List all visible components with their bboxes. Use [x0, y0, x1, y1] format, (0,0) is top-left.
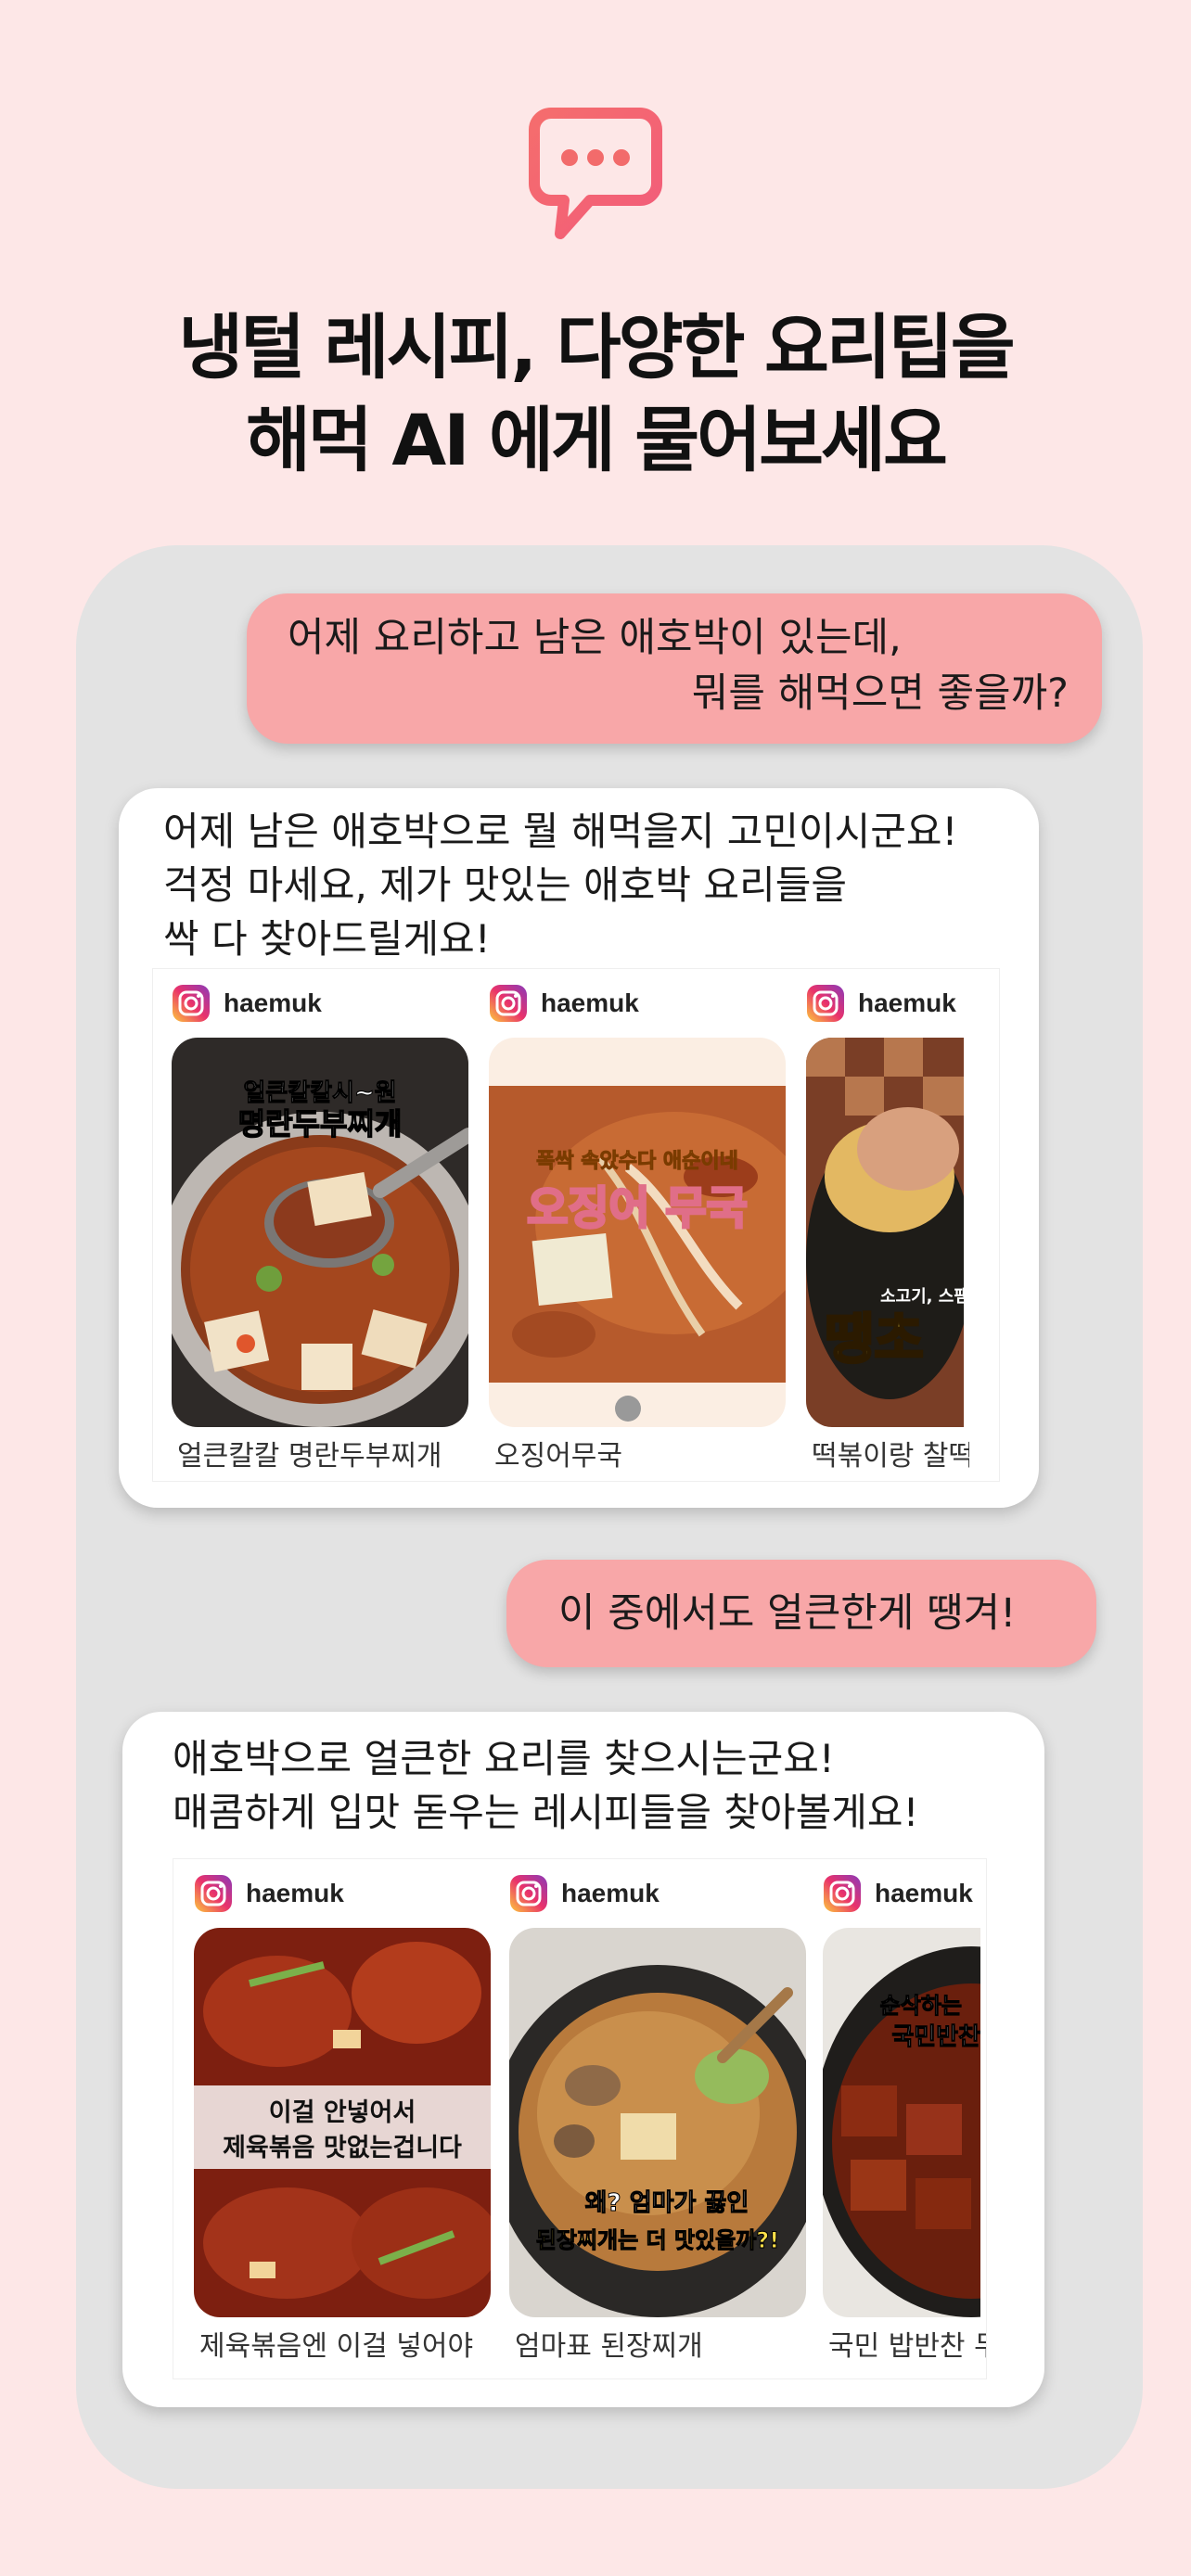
thumbnail-overlay-text: 땡초 — [825, 1307, 924, 1371]
card-header: haemuk — [194, 1872, 344, 1915]
recipe-card[interactable]: haemuk 소고기, 스팸보다 땡초 떡볶이랑 찰떡 — [806, 969, 999, 1473]
bot-message-bubble: 어제 남은 애호박으로 뭘 해먹을지 고민이시군요! 걱정 마세요, 제가 맛있… — [119, 788, 1039, 1508]
bot-message-bubble: 애호박으로 얼큰한 요리를 찾으시는군요! 매콤하게 입맛 돋우는 레시피들을 … — [122, 1712, 1044, 2407]
bot-message-text: 애호박으로 얼큰한 요리를 찾으시는군요! 매콤하게 입맛 돋우는 레시피들을 … — [173, 1732, 918, 1840]
recipe-card[interactable]: haemuk 얼큰칼칼시~원 명란두부찌개 얼큰칼칼 명란두부찌개 — [172, 969, 468, 1473]
thumbnail-overlay-text: 소고기, 스팸보다 — [880, 1287, 964, 1307]
user-message-line: 뭐를 해먹으면 좋을까? — [691, 670, 1069, 717]
thumbnail-overlay-text: 제육볶음 맛없는겁니다 — [223, 2134, 462, 2162]
instagram-icon — [490, 985, 527, 1022]
thumbnail-overlay-text: 왜? 엄마가 끓인 — [585, 2189, 749, 2217]
user-message-bubble: 이 중에서도 얼큰한게 땡겨! — [506, 1560, 1096, 1667]
recipe-caption: 엄마표 된장찌개 — [515, 2330, 703, 2363]
thumbnail-overlay-text: 오징어 무국 — [527, 1182, 748, 1234]
bot-message-line: 어제 남은 애호박으로 뭘 해먹을지 고민이시군요! — [163, 809, 958, 854]
chat-bubble-dots-icon — [529, 108, 662, 241]
page-headline: 냉털 레시피, 다양한 요리팁을 해먹 AI 에게 물어보세요 — [0, 301, 1191, 487]
account-name: haemuk — [224, 988, 322, 1017]
thumbnail-overlay-text: 순삭하는 — [880, 1993, 962, 2019]
user-message-line: 어제 요리하고 남은 애호박이 있는데, — [288, 615, 902, 661]
recipe-thumbnail[interactable]: 소고기, 스팸보다 땡초 — [806, 1038, 964, 1427]
bot-message-line: 매콤하게 입맛 돋우는 레시피들을 찾아볼게요! — [173, 1790, 919, 1835]
recipe-thumbnail[interactable]: 얼큰칼칼시~원 명란두부찌개 — [172, 1038, 468, 1427]
card-header: haemuk — [172, 982, 322, 1025]
recipe-caption: 국민 밥반찬 두부조림 — [828, 2330, 986, 2363]
instagram-icon — [510, 1875, 547, 1912]
instagram-icon — [824, 1875, 861, 1912]
instagram-icon — [807, 985, 844, 1022]
thumbnail-overlay-text: 폭싹 속았수다 애순이네 — [536, 1150, 738, 1173]
recipe-caption: 제육볶음엔 이걸 넣어야 — [199, 2330, 474, 2363]
account-name: haemuk — [541, 988, 639, 1017]
card-header: haemuk — [509, 1872, 660, 1915]
user-message-bubble: 어제 요리하고 남은 애호박이 있는데, 뭐를 해먹으면 좋을까? — [247, 593, 1102, 744]
user-message-line: 이 중에서도 얼큰한게 땡겨! — [558, 1590, 1017, 1637]
thumbnail-overlay-text: 얼큰칼칼시~원 — [243, 1079, 396, 1107]
instagram-icon — [173, 985, 210, 1022]
recipe-caption: 오징어무국 — [494, 1440, 622, 1473]
card-header: haemuk — [823, 1872, 973, 1915]
card-header: haemuk — [489, 982, 639, 1025]
account-name: haemuk — [875, 1879, 973, 1907]
recipe-card[interactable]: haemuk 왜? 엄마가 끓인 된장찌개는 더 맛있을까?! 엄마표 된장찌개 — [509, 1859, 806, 2363]
recipe-caption: 떡볶이랑 찰떡 — [812, 1440, 969, 1473]
headline-line-2: 해먹 AI 에게 물어보세요 — [246, 399, 948, 481]
recipe-thumbnail[interactable]: 순삭하는 국민반찬 — [823, 1928, 980, 2317]
account-name: haemuk — [858, 988, 956, 1017]
recipe-card[interactable]: haemuk 이걸 안넣어서 제육볶음 맛없는겁니다 제육볶음엔 이걸 넣어야 — [194, 1859, 491, 2363]
recipe-thumbnail[interactable]: 왜? 엄마가 끓인 된장찌개는 더 맛있을까?! — [509, 1928, 806, 2317]
recipe-carousel[interactable]: haemuk 얼큰칼칼시~원 명란두부찌개 얼큰칼칼 명란두부찌개 haemuk… — [152, 968, 1000, 1482]
card-header: haemuk — [806, 982, 956, 1025]
account-name: haemuk — [246, 1879, 344, 1907]
bot-message-text: 어제 남은 애호박으로 뭘 해먹을지 고민이시군요! 걱정 마세요, 제가 맛있… — [163, 805, 957, 966]
instagram-icon — [195, 1875, 232, 1912]
thumbnail-overlay-text: 이걸 안넣어서 — [269, 2098, 416, 2127]
thumbnail-overlay-text: 국민반찬 — [891, 2023, 980, 2051]
recipe-caption: 얼큰칼칼 명란두부찌개 — [177, 1440, 442, 1473]
bot-message-line: 걱정 마세요, 제가 맛있는 애호박 요리들을 — [163, 862, 847, 908]
bot-message-line: 싹 다 찾아드릴게요! — [163, 916, 491, 962]
account-name: haemuk — [561, 1879, 660, 1907]
bot-message-line: 애호박으로 얼큰한 요리를 찾으시는군요! — [173, 1736, 835, 1781]
recipe-carousel[interactable]: haemuk 이걸 안넣어서 제육볶음 맛없는겁니다 제육볶음엔 이걸 넣어야 … — [173, 1858, 987, 2379]
recipe-thumbnail[interactable]: 이걸 안넣어서 제육볶음 맛없는겁니다 — [194, 1928, 491, 2317]
thumbnail-overlay-text: 된장찌개는 더 맛있을까?! — [536, 2227, 779, 2253]
recipe-thumbnail[interactable]: 폭싹 속았수다 애순이네 오징어 무국 — [489, 1038, 786, 1427]
recipe-card[interactable]: haemuk 폭싹 속았수다 애순이네 오징어 무국 오징어무국 — [489, 969, 786, 1473]
thumbnail-overlay-text: 명란두부찌개 — [238, 1106, 403, 1141]
recipe-card[interactable]: haemuk 순삭하는 국민반찬 국민 밥반찬 두부조림 — [823, 1859, 986, 2363]
headline-line-1: 냉털 레시피, 다양한 요리팁을 — [178, 306, 1015, 389]
